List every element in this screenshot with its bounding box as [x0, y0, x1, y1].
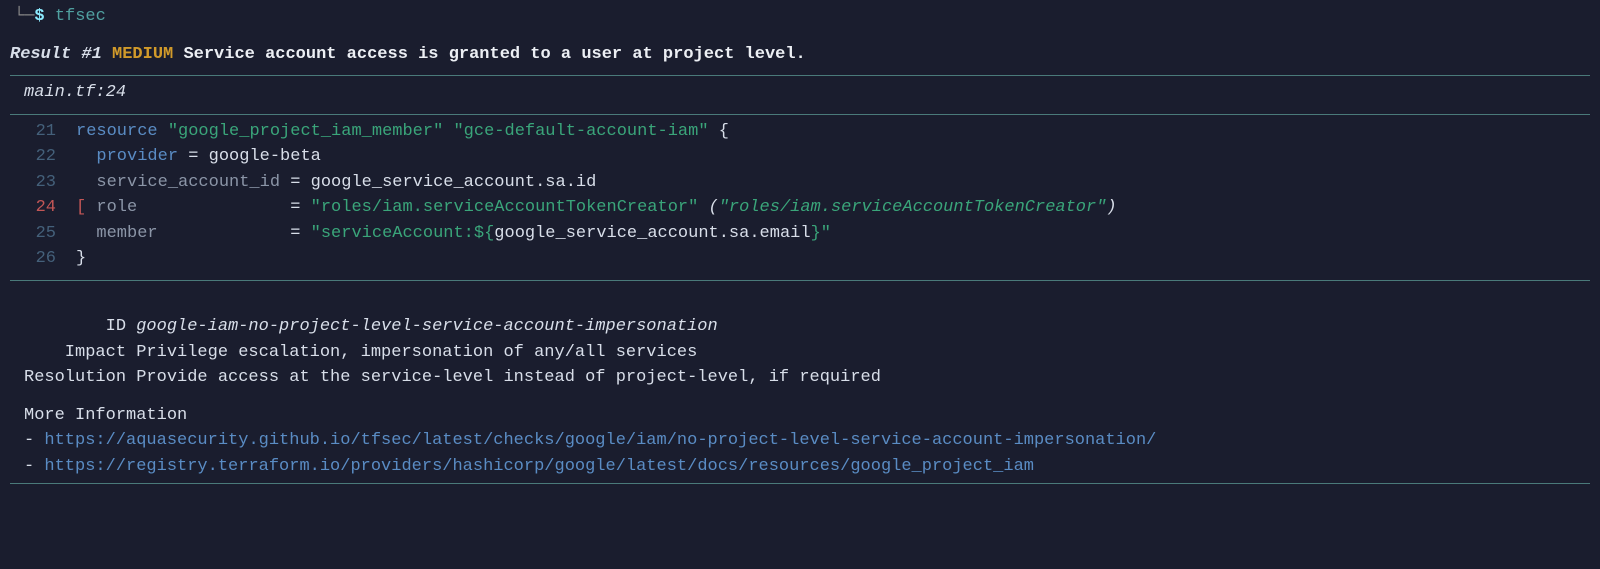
- line-number: 25: [24, 221, 56, 247]
- code-line: 22 provider = google-beta: [24, 144, 1590, 170]
- divider: [10, 483, 1590, 484]
- more-info-title: More Information: [24, 403, 1590, 429]
- bullet: -: [24, 457, 44, 476]
- terminal-output: └─$ tfsec Result #1 MEDIUM Service accou…: [0, 0, 1600, 484]
- severity-badge: MEDIUM: [112, 45, 173, 64]
- prompt-branch: └─: [14, 7, 34, 26]
- id-label: ID: [24, 317, 136, 336]
- result-label: Result #1: [10, 45, 102, 64]
- result-header: Result #1 MEDIUM Service account access …: [10, 38, 1590, 76]
- doc-link[interactable]: https://aquasecurity.github.io/tfsec/lat…: [44, 431, 1156, 450]
- line-number: 21: [24, 119, 56, 145]
- impact-label: Impact: [24, 343, 136, 362]
- doc-link[interactable]: https://registry.terraform.io/providers/…: [44, 457, 1034, 476]
- rule-id: google-iam-no-project-level-service-acco…: [136, 317, 718, 336]
- link-line: - https://registry.terraform.io/provider…: [24, 454, 1590, 480]
- result-message: Service account access is granted to a u…: [183, 45, 805, 64]
- details-block: ID google-iam-no-project-level-service-a…: [10, 281, 1590, 395]
- prompt-line: └─$ tfsec: [10, 0, 1590, 38]
- line-number: 22: [24, 144, 56, 170]
- code-line: 25 member = "serviceAccount:${google_ser…: [24, 221, 1590, 247]
- resolution-label: Resolution: [24, 368, 136, 387]
- command: tfsec: [55, 7, 106, 26]
- file-location: main.tf:24: [10, 76, 1590, 114]
- code-line: 21resource "google_project_iam_member" "…: [24, 119, 1590, 145]
- code-line: 24[ role = "roles/iam.serviceAccountToke…: [24, 195, 1590, 221]
- code-block: 21resource "google_project_iam_member" "…: [10, 115, 1590, 280]
- resolution-text: Provide access at the service-level inst…: [136, 368, 881, 387]
- link-line: - https://aquasecurity.github.io/tfsec/l…: [24, 428, 1590, 454]
- bullet: -: [24, 431, 44, 450]
- line-number-highlighted: 24: [24, 195, 56, 221]
- code-line: 26}: [24, 246, 1590, 272]
- prompt-symbol: $: [34, 7, 44, 26]
- impact-text: Privilege escalation, impersonation of a…: [136, 343, 697, 362]
- line-number: 23: [24, 170, 56, 196]
- more-info-block: More Information - https://aquasecurity.…: [10, 395, 1590, 484]
- line-number: 26: [24, 246, 56, 272]
- code-line: 23 service_account_id = google_service_a…: [24, 170, 1590, 196]
